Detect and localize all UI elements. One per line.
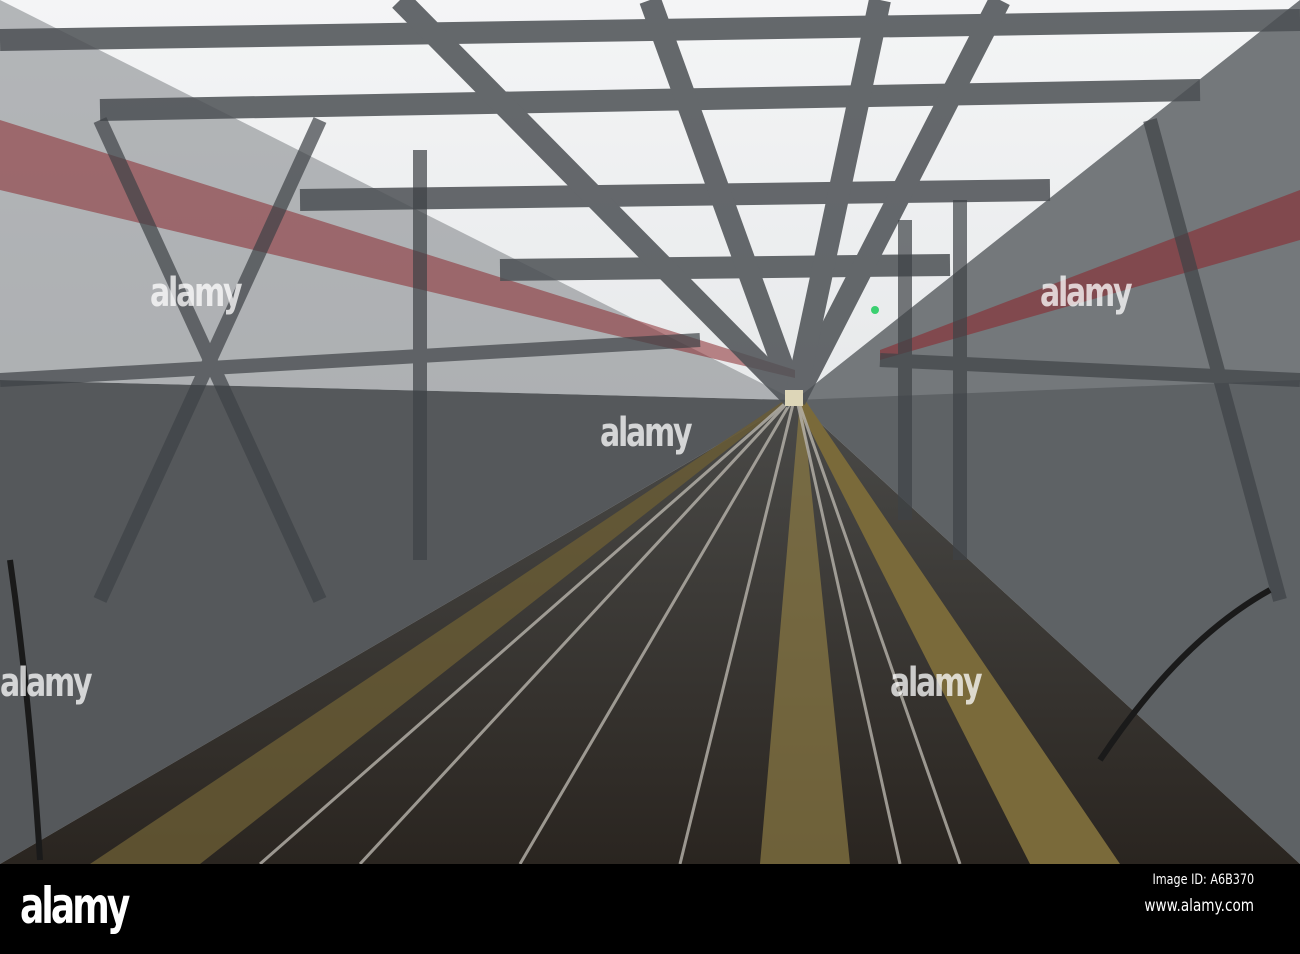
watermark: alamy [890,660,983,706]
watermark: alamy [0,660,93,706]
watermark: alamy [600,410,693,456]
image-id: Image ID: A6B370 [1152,872,1254,888]
watermark: alamy [150,270,243,316]
footer-bar: alamy Image ID: A6B370 www.alamy.com [0,864,1300,954]
website-url: www.alamy.com [1144,896,1254,916]
alamy-logo: alamy [20,877,130,935]
watermark: alamy [1040,270,1133,316]
